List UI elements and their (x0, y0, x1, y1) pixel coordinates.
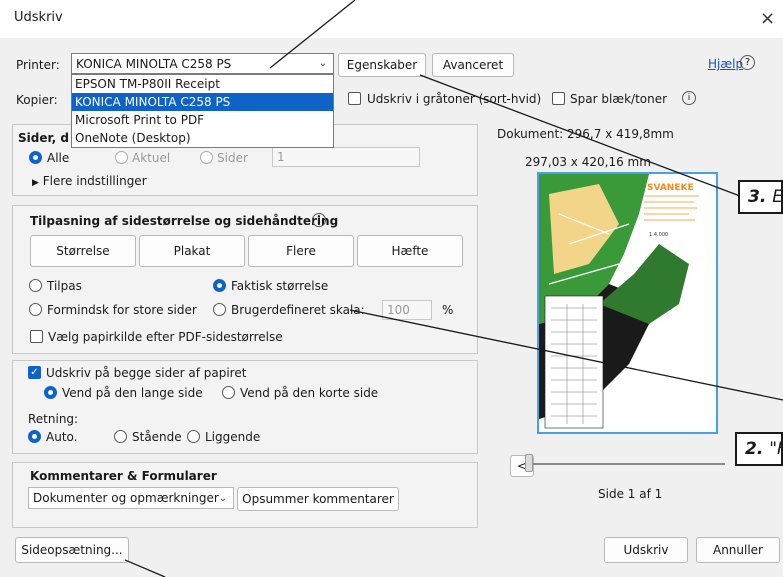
annotation-line-1 (269, 0, 356, 69)
callout-3-number: 3. (748, 187, 767, 207)
callout-2-number: 2. (745, 439, 764, 459)
annotation-line-2 (349, 309, 783, 401)
callout-3-text: E (772, 187, 783, 207)
annotation-line-3 (419, 74, 741, 197)
callout-2-text: "F (769, 439, 781, 459)
annotation-lines (124, 0, 783, 577)
annotation-line-4 (124, 559, 166, 577)
callout-step-3: 3. E (738, 180, 783, 214)
callout-step-2: 2. "F (735, 432, 783, 466)
